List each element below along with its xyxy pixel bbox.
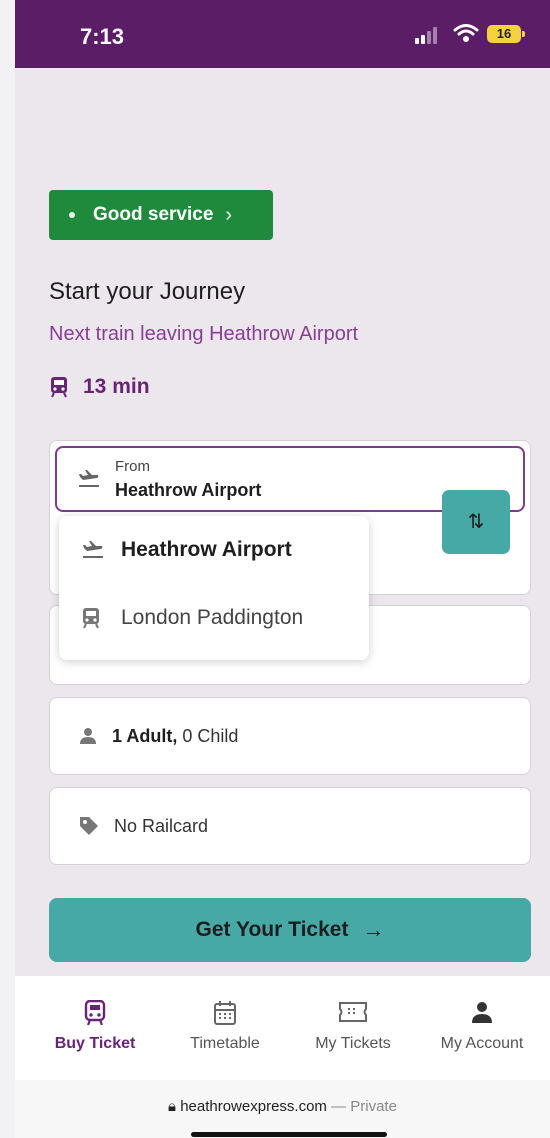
passengers-field[interactable]: 1 Adult, 0 Child [49,697,531,775]
app-screen: 7:13 16 Good service › Start your Journe… [15,0,550,1138]
dropdown-option-label: London Paddington [121,606,304,629]
tab-label: Timetable [190,1035,260,1052]
dropdown-option-heathrow[interactable]: Heathrow Airport [81,538,292,562]
train-icon [83,608,99,629]
tab-my-account[interactable]: My Account [422,976,542,1066]
page-title: Start your Journey [49,278,246,305]
from-value: Heathrow Airport [115,480,262,500]
next-train-eta: 13 min [49,375,150,399]
browser-address-bar[interactable]: 🔒︎ heathrowexpress.com — Private [15,1080,550,1138]
tab-label: My Tickets [315,1035,391,1052]
tab-buy-ticket[interactable]: Buy Ticket [35,976,155,1066]
ticket-icon [339,1002,367,1022]
plane-departure-icon [83,541,103,558]
clock: 7:13 [80,24,125,49]
railcard-field[interactable]: No Railcard [49,787,531,865]
train-icon [84,1000,106,1026]
cellular-signal-icon [415,24,451,44]
user-icon [472,1002,492,1023]
url-text: heathrowexpress.com [180,1098,327,1115]
battery-icon: 16 [487,25,525,43]
arrow-right-icon: → [362,917,385,942]
tag-icon [80,817,98,835]
adult-count: 1 Adult, [112,725,178,746]
dropdown-option-label: Heathrow Airport [121,538,292,561]
service-status-label: Good service [93,204,214,225]
status-bar: 7:13 16 [15,0,550,68]
swap-stations-button[interactable]: ⇅ [442,490,510,554]
from-label: From [115,458,150,475]
get-ticket-button[interactable]: Get Your Ticket → [49,898,531,962]
tab-label: My Account [440,1035,524,1052]
private-mode-label: — Private [331,1098,397,1115]
plane-departure-icon [79,470,99,487]
next-train-subtitle: Next train leaving Heathrow Airport [49,323,359,345]
child-count: 0 Child [182,725,239,746]
get-ticket-label: Get Your Ticket [195,918,349,941]
train-icon [51,377,67,398]
dropdown-option-paddington[interactable]: London Paddington [81,606,303,630]
person-icon [80,728,96,744]
wifi-icon [453,24,479,42]
chevron-right-icon: › [225,203,233,226]
bottom-tab-bar: Buy Ticket Timetable My Tickets My Accou… [15,976,550,1080]
home-indicator[interactable] [191,1132,387,1137]
railcard-value: No Railcard [114,815,209,836]
tab-label: Buy Ticket [54,1035,136,1052]
lock-icon: 🔒︎ [168,1098,177,1115]
status-dot-icon [69,212,75,218]
tab-my-tickets[interactable]: My Tickets [293,976,413,1066]
swap-arrows-icon: ⇅ [467,511,485,533]
station-dropdown: Heathrow Airport London Paddington [59,516,369,660]
eta-value: 13 min [83,375,150,398]
service-status-button[interactable]: Good service › [49,190,273,240]
calendar-icon [214,1001,236,1025]
tab-timetable[interactable]: Timetable [165,976,285,1066]
